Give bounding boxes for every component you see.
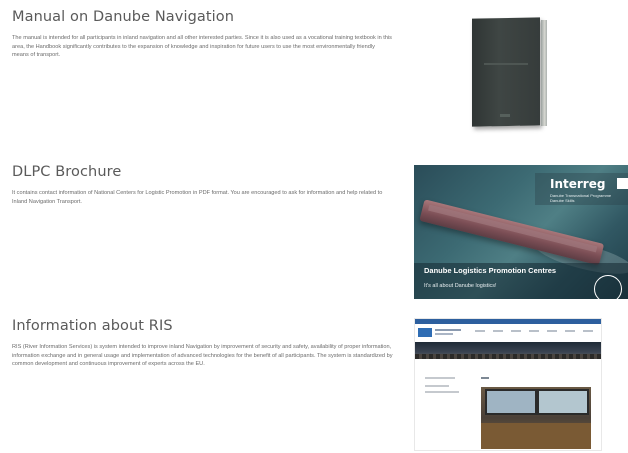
eu-flag-icon — [617, 178, 628, 189]
manual-description: The manual is intended for all participa… — [12, 35, 392, 58]
ris-brand-line — [435, 329, 461, 331]
brochure-description: It contains contact information of Natio… — [12, 190, 383, 205]
book-cover — [472, 17, 540, 127]
ris-title[interactable]: Information about RIS — [12, 318, 397, 334]
ris-brand-line-2 — [435, 333, 453, 335]
book-logo-mark — [500, 114, 510, 117]
ris-text-line — [425, 391, 459, 393]
book-pages — [541, 20, 547, 126]
interreg-logo: Interreg — [550, 177, 606, 191]
monitor-right — [537, 389, 589, 415]
ris-logo-icon — [418, 328, 432, 337]
ris-hero-banner — [415, 342, 601, 359]
manual-title[interactable]: Manual on Danube Navigation — [12, 9, 392, 25]
barge-ship — [419, 199, 605, 266]
ris-hero-skyline — [415, 354, 601, 359]
control-desk — [481, 423, 591, 449]
book-title-line — [484, 63, 528, 65]
brochure-image-title: Danube Logistics Promotion Centres — [424, 266, 557, 275]
ris-text-line — [425, 385, 449, 387]
ris-description: RIS (River Information Services) is syst… — [12, 344, 393, 367]
manual-section: Manual on Danube Navigation The manual i… — [12, 9, 392, 60]
ris-top-bar — [415, 319, 601, 324]
brochure-image[interactable]: Interreg Danube Transnational Programme … — [414, 165, 628, 299]
ris-text-line — [481, 377, 489, 379]
logo-subtitle: Danube Transnational Programme Danube Sk… — [550, 193, 612, 203]
ris-nav-links — [475, 330, 595, 332]
brochure-image-tagline: It's all about Danube logistics! — [424, 283, 497, 289]
network-logo-icon — [594, 275, 622, 299]
brochure-title[interactable]: DLPC Brochure — [12, 164, 397, 180]
brochure-section: DLPC Brochure It contains contact inform… — [12, 164, 397, 206]
manual-book-image[interactable] — [472, 17, 547, 129]
ris-text-line — [425, 377, 455, 379]
ris-website-image[interactable] — [414, 318, 602, 451]
barge-deck — [428, 204, 598, 253]
ris-section: Information about RIS RIS (River Informa… — [12, 318, 397, 369]
monitor-left — [485, 389, 537, 415]
